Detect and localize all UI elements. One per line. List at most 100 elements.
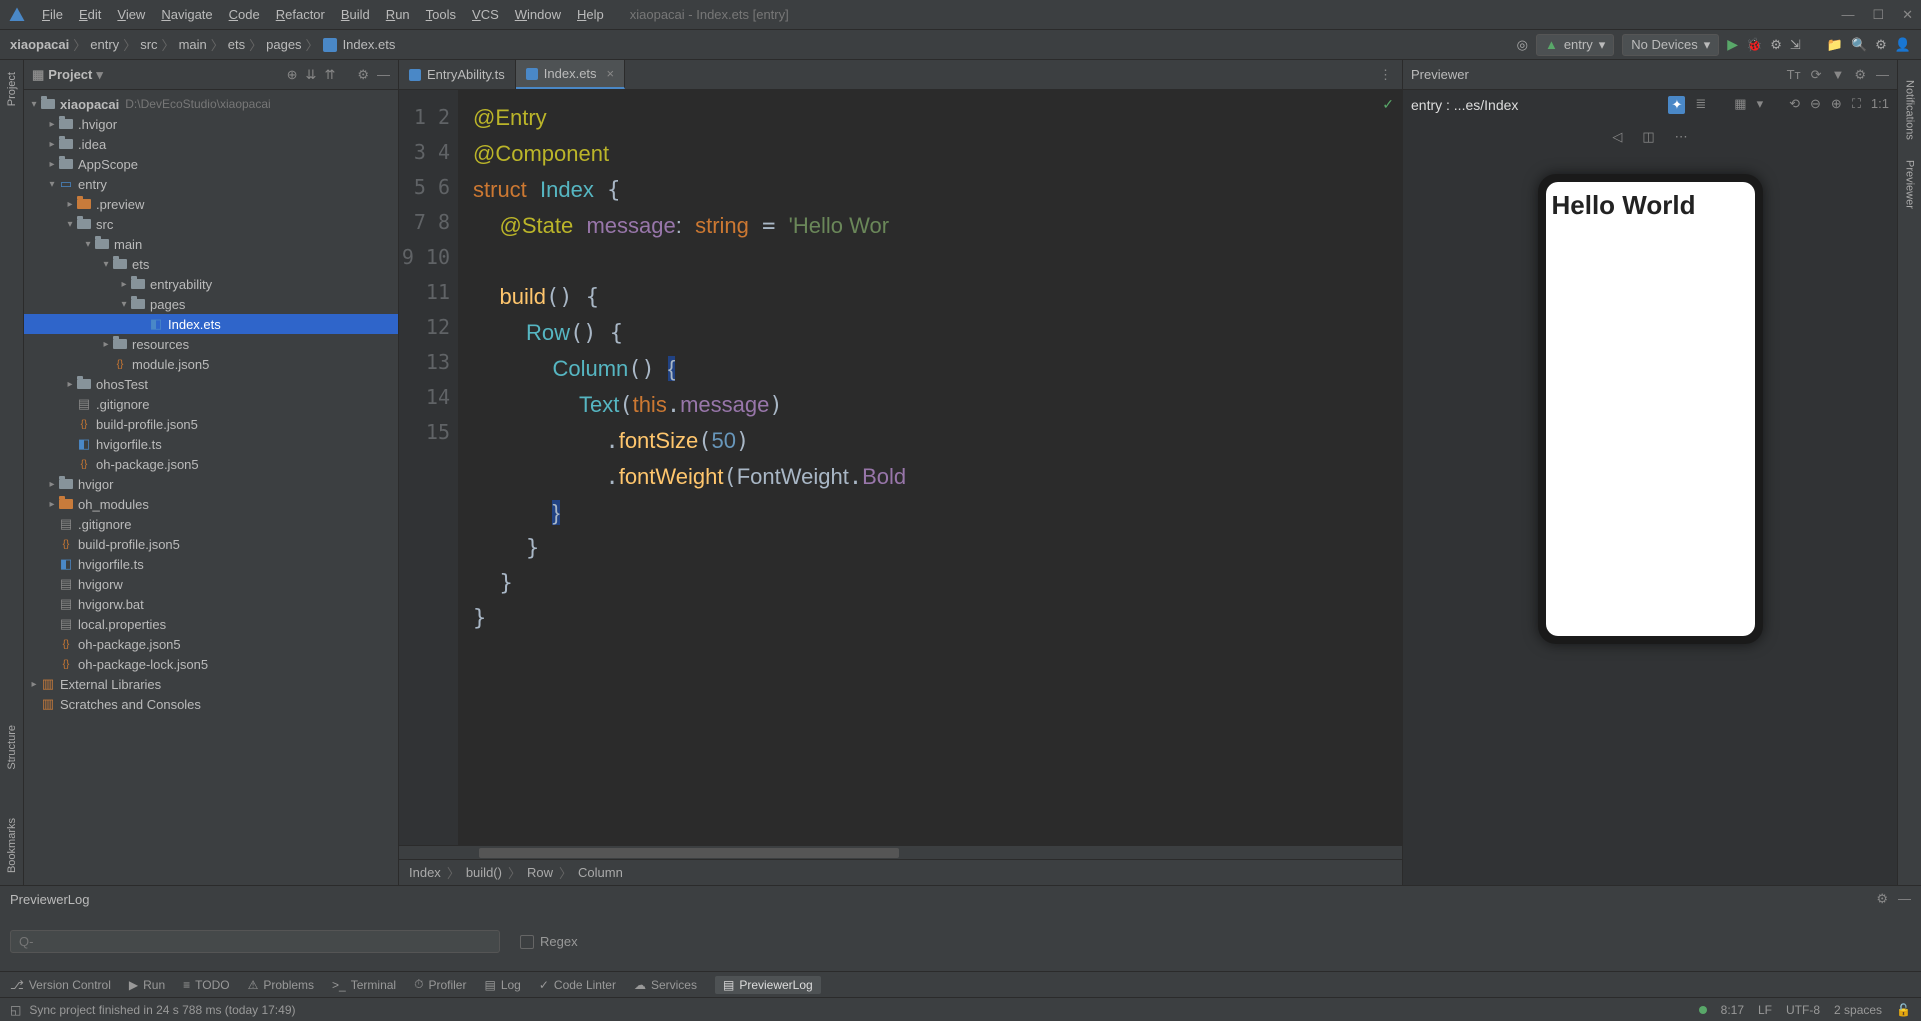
target-icon[interactable]: ◎	[1517, 37, 1528, 53]
tool-window-terminal[interactable]: >_Terminal	[332, 978, 396, 992]
settings-icon[interactable]: ⚙	[1875, 37, 1887, 53]
device-selector[interactable]: No Devices ▾	[1622, 34, 1719, 56]
attach-button[interactable]: ⇲	[1790, 37, 1801, 53]
code-area[interactable]: ✓ 1 2 3 4 5 6 7 8 9 10 11 12 13 14 15 @E…	[399, 90, 1402, 845]
one-to-one-icon[interactable]: 1:1	[1871, 96, 1889, 114]
zoom-in-icon[interactable]: ⊕	[1831, 96, 1842, 114]
settings-icon[interactable]: ⚙	[1876, 891, 1888, 907]
editor-tab[interactable]: Index.ets×	[516, 60, 625, 89]
hide-icon[interactable]: —	[1898, 891, 1911, 907]
search-icon[interactable]: 🔍	[1851, 37, 1867, 53]
tree-item[interactable]: ▸.preview	[24, 194, 398, 214]
tree-item[interactable]: ▸ohosTest	[24, 374, 398, 394]
tool-window-log[interactable]: ▤Log	[484, 978, 520, 992]
code-breadcrumb-segment[interactable]: Column	[578, 865, 623, 880]
breadcrumb-segment[interactable]: entry	[90, 37, 119, 52]
tool-window-services[interactable]: ☁Services	[634, 978, 697, 992]
readonly-icon[interactable]: 🔓	[1896, 1003, 1911, 1017]
tool-window-version-control[interactable]: ⎇Version Control	[10, 978, 111, 992]
more-icon[interactable]: ⋯	[1675, 129, 1688, 145]
close-button[interactable]: ✕	[1902, 7, 1913, 23]
debug-button[interactable]: 🐞	[1746, 37, 1762, 53]
layers-icon[interactable]: ≣	[1695, 96, 1706, 114]
split-icon[interactable]: ◫	[1642, 129, 1654, 145]
breadcrumb-segment[interactable]: xiaopacai	[10, 37, 69, 52]
tree-item[interactable]: ▤hvigorw	[24, 574, 398, 594]
tree-item[interactable]: ▸.idea	[24, 134, 398, 154]
rail-project[interactable]: Project	[6, 68, 18, 110]
collapse-all-icon[interactable]: ⇈	[324, 67, 335, 83]
code-breadcrumb-segment[interactable]: Row	[527, 865, 553, 880]
menu-code[interactable]: Code	[223, 5, 266, 24]
code-breadcrumb-segment[interactable]: build()	[466, 865, 502, 880]
menu-run[interactable]: Run	[380, 5, 416, 24]
regex-checkbox[interactable]: Regex	[520, 934, 578, 949]
tree-item[interactable]: ▤.gitignore	[24, 514, 398, 534]
hide-icon[interactable]: —	[1876, 67, 1889, 83]
breadcrumb-segment[interactable]: main	[179, 37, 207, 52]
tree-item[interactable]: ▸hvigor	[24, 474, 398, 494]
tree-item[interactable]: ▾pages	[24, 294, 398, 314]
close-tab-icon[interactable]: ×	[607, 66, 615, 81]
tree-item[interactable]: ▸AppScope	[24, 154, 398, 174]
rail-previewer[interactable]: Previewer	[1904, 160, 1916, 209]
menu-navigate[interactable]: Navigate	[155, 5, 218, 24]
file-encoding[interactable]: UTF-8	[1786, 1003, 1820, 1017]
profile-button[interactable]: ⚙	[1770, 37, 1782, 53]
project-pane-title[interactable]: ▦ Project ▾	[32, 67, 103, 83]
device-screen[interactable]: Hello World	[1546, 182, 1755, 636]
tree-item[interactable]: ▤.gitignore	[24, 394, 398, 414]
hide-icon[interactable]: —	[377, 67, 390, 83]
code-breadcrumb-segment[interactable]: Index	[409, 865, 441, 880]
module-selector[interactable]: ▲ entry ▾	[1536, 34, 1614, 56]
tree-item[interactable]: ▾▭entry	[24, 174, 398, 194]
indent-setting[interactable]: 2 spaces	[1834, 1003, 1882, 1017]
account-icon[interactable]: 👤	[1895, 37, 1911, 53]
tree-ext-libs[interactable]: ▸▥External Libraries	[24, 674, 398, 694]
breadcrumb-segment[interactable]: Index.ets	[343, 37, 396, 52]
menu-window[interactable]: Window	[509, 5, 567, 24]
menu-file[interactable]: File	[36, 5, 69, 24]
tool-window-run[interactable]: ▶Run	[129, 978, 165, 992]
breadcrumb-segment[interactable]: ets	[228, 37, 245, 52]
dropdown-icon[interactable]: ▾	[1757, 96, 1764, 114]
tree-scratches[interactable]: ▥Scratches and Consoles	[24, 694, 398, 714]
caret-position[interactable]: 8:17	[1721, 1003, 1744, 1017]
menu-view[interactable]: View	[111, 5, 151, 24]
settings-icon[interactable]: ⚙	[357, 67, 369, 83]
tree-item[interactable]: {}build-profile.json5	[24, 414, 398, 434]
maximize-button[interactable]: ☐	[1872, 7, 1884, 23]
tree-item[interactable]: {}module.json5	[24, 354, 398, 374]
breadcrumb-segment[interactable]: src	[140, 37, 157, 52]
tool-window-code-linter[interactable]: ✓Code Linter	[539, 978, 616, 992]
tool-window-problems[interactable]: ⚠Problems	[248, 978, 314, 992]
tree-item[interactable]: ▤local.properties	[24, 614, 398, 634]
horizontal-scrollbar[interactable]	[399, 845, 1402, 859]
menu-edit[interactable]: Edit	[73, 5, 107, 24]
tree-item[interactable]: ▸oh_modules	[24, 494, 398, 514]
text-tool-icon[interactable]: Tт	[1787, 67, 1801, 83]
settings-icon[interactable]: ⚙	[1854, 67, 1866, 83]
breadcrumb-segment[interactable]: pages	[266, 37, 301, 52]
tree-item[interactable]: ▤hvigorw.bat	[24, 594, 398, 614]
expand-all-icon[interactable]: ⇊	[306, 67, 317, 83]
project-tree[interactable]: ▾xiaopacaiD:\DevEcoStudio\xiaopacai▸.hvi…	[24, 90, 398, 885]
menu-build[interactable]: Build	[335, 5, 376, 24]
tree-item[interactable]: {}build-profile.json5	[24, 534, 398, 554]
menu-help[interactable]: Help	[571, 5, 610, 24]
folder-icon[interactable]: 📁	[1827, 37, 1843, 53]
rail-notifications[interactable]: Notifications	[1904, 80, 1916, 140]
menu-vcs[interactable]: VCS	[466, 5, 505, 24]
refresh-icon[interactable]: ⟳	[1811, 67, 1822, 83]
minimize-button[interactable]: —	[1841, 7, 1854, 23]
tree-item[interactable]: ▸resources	[24, 334, 398, 354]
tool-window-profiler[interactable]: ⏱Profiler	[414, 977, 466, 992]
tree-item[interactable]: {}oh-package.json5	[24, 634, 398, 654]
tree-item[interactable]: ◧Index.ets	[24, 314, 398, 334]
hide-tool-windows-icon[interactable]: ◱	[10, 1003, 21, 1017]
tree-root[interactable]: ▾xiaopacaiD:\DevEcoStudio\xiaopacai	[24, 94, 398, 114]
tree-item[interactable]: {}oh-package.json5	[24, 454, 398, 474]
tree-item[interactable]: ◧hvigorfile.ts	[24, 434, 398, 454]
menu-tools[interactable]: Tools	[420, 5, 462, 24]
run-button[interactable]: ▶	[1727, 36, 1738, 53]
